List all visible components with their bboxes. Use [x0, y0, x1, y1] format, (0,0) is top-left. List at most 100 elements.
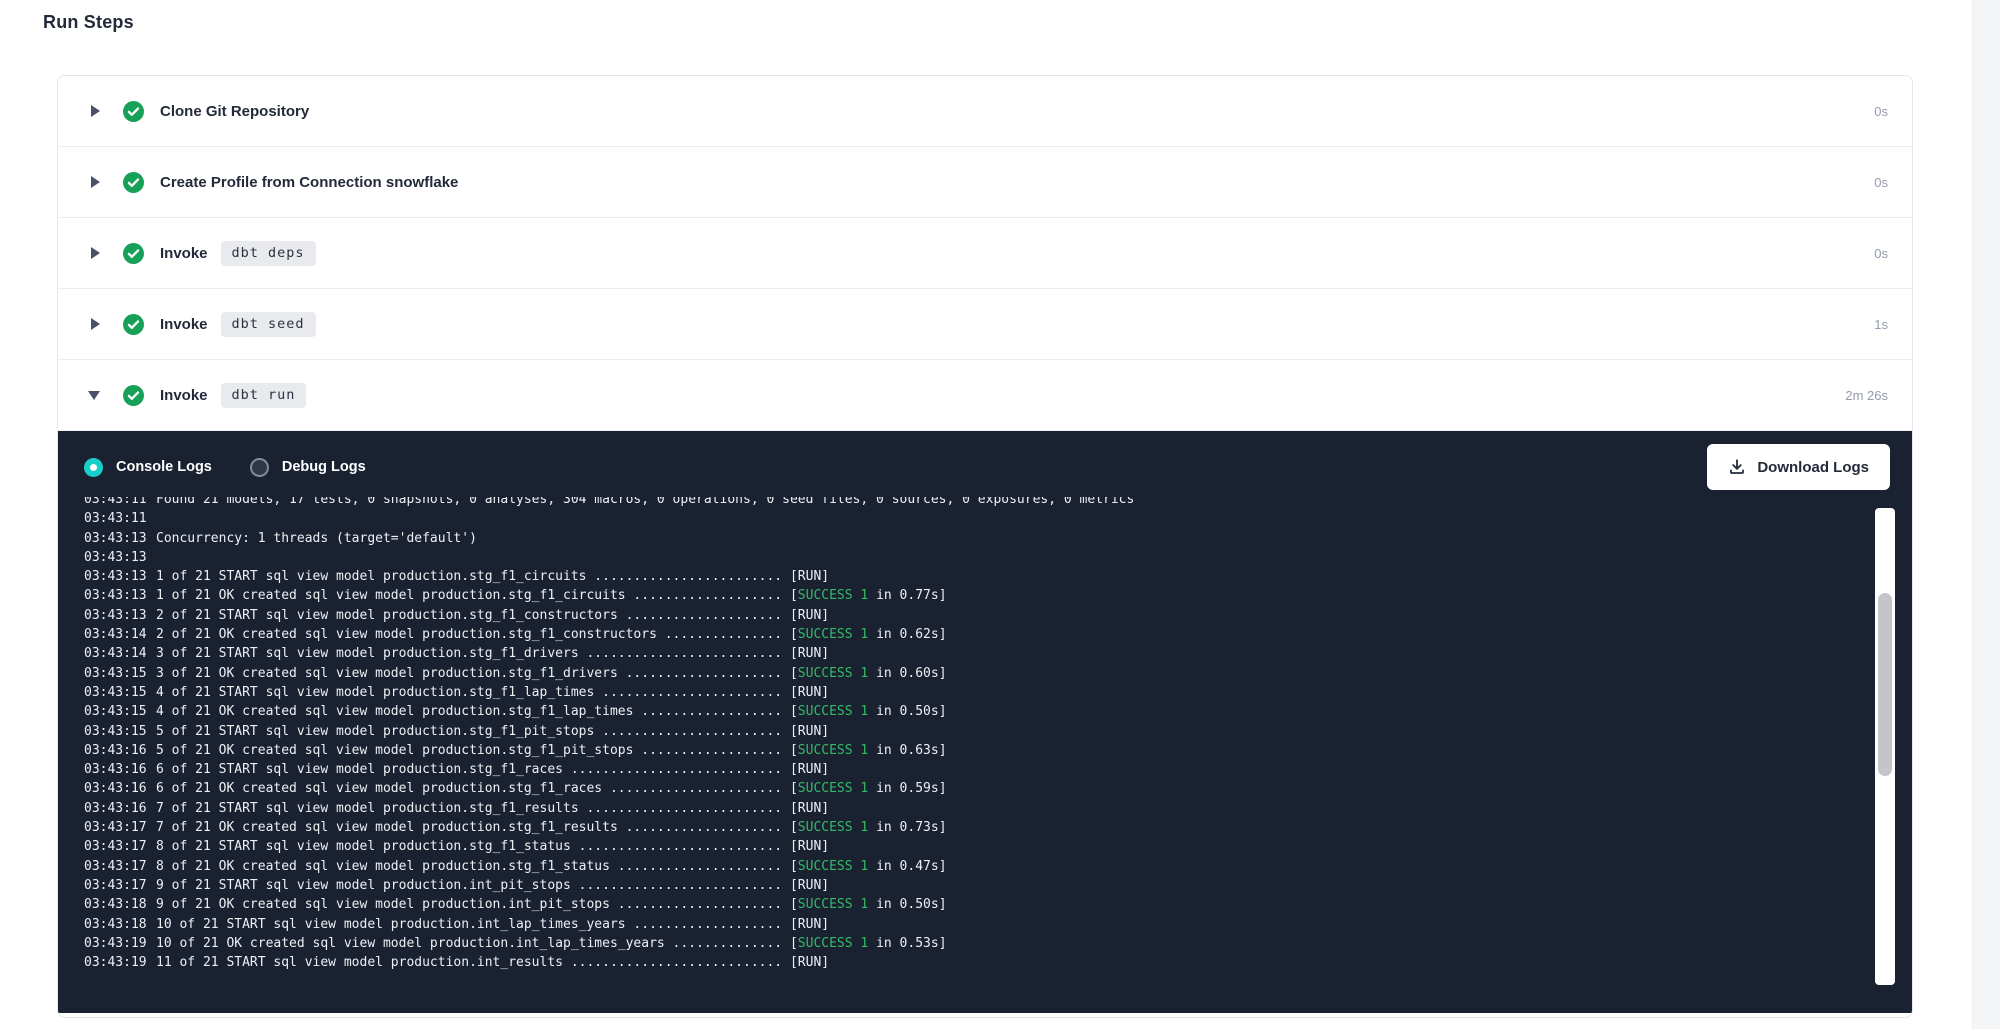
log-line: 03:43:154 of 21 START sql view model pro…	[84, 683, 1912, 702]
check-circle-icon	[123, 314, 144, 335]
download-logs-button[interactable]: Download Logs	[1707, 444, 1890, 490]
run-steps-list: Clone Git Repository0sCreate Profile fro…	[58, 76, 1912, 431]
log-status-run: [RUN]	[782, 569, 829, 584]
log-message: 7 of 21 OK created sql view model produc…	[156, 820, 782, 835]
log-message: 2 of 21 START sql view model production.…	[156, 608, 782, 623]
log-timestamp: 03:43:19	[84, 934, 156, 953]
step-row-dbt-run[interactable]: Invokedbt run2m 26s	[58, 360, 1912, 431]
log-message: Found 21 models, 17 tests, 0 snapshots, …	[156, 497, 1134, 507]
log-timestamp: 03:43:17	[84, 818, 156, 837]
log-line: 03:43:13Concurrency: 1 threads (target='…	[84, 529, 1912, 548]
log-message: 4 of 21 START sql view model production.…	[156, 685, 782, 700]
log-status-run: [RUN]	[782, 724, 829, 739]
caret-down-icon	[88, 391, 100, 400]
step-label: Clone Git Repository	[160, 103, 309, 120]
radio-debug-logs[interactable]: Debug Logs	[250, 458, 366, 477]
log-message: 3 of 21 START sql view model production.…	[156, 646, 782, 661]
log-line: 03:43:177 of 21 OK created sql view mode…	[84, 818, 1912, 837]
log-message: 10 of 21 OK created sql view model produ…	[156, 936, 782, 951]
log-timestamp: 03:43:16	[84, 760, 156, 779]
log-timestamp: 03:43:17	[84, 837, 156, 856]
log-status-success: [SUCCESS 1 in 0.62s]	[782, 627, 946, 642]
step-row-clone-git-repository[interactable]: Clone Git Repository 0s	[58, 76, 1912, 147]
log-message: 8 of 21 START sql view model production.…	[156, 839, 782, 854]
step-command-badge: dbt seed	[221, 312, 316, 337]
log-timestamp: 03:43:17	[84, 876, 156, 895]
log-message: 6 of 21 OK created sql view model produc…	[156, 781, 782, 796]
step-row-dbt-seed[interactable]: Invoke dbt seed 1s	[58, 289, 1912, 360]
log-status-success: [SUCCESS 1 in 0.50s]	[782, 704, 946, 719]
step-duration: 0s	[1874, 175, 1888, 190]
log-line: 03:43:142 of 21 OK created sql view mode…	[84, 625, 1912, 644]
log-timestamp: 03:43:13	[84, 567, 156, 586]
log-timestamp: 03:43:15	[84, 702, 156, 721]
log-status-success: [SUCCESS 1 in 0.63s]	[782, 743, 946, 758]
check-circle-icon	[123, 101, 144, 122]
log-line: 03:43:131 of 21 OK created sql view mode…	[84, 586, 1912, 605]
log-status-run: [RUN]	[782, 801, 829, 816]
console-scrollbar-track[interactable]	[1875, 508, 1895, 985]
step-command-badge: dbt deps	[221, 241, 316, 266]
log-timestamp: 03:43:18	[84, 895, 156, 914]
log-status-success: [SUCCESS 1 in 0.47s]	[782, 859, 946, 874]
log-timestamp: 03:43:11	[84, 497, 156, 509]
log-line: 03:43:166 of 21 OK created sql view mode…	[84, 779, 1912, 798]
log-line: 03:43:167 of 21 START sql view model pro…	[84, 799, 1912, 818]
log-message: 11 of 21 START sql view model production…	[156, 955, 782, 970]
log-status-run: [RUN]	[782, 685, 829, 700]
log-line: 03:43:1910 of 21 OK created sql view mod…	[84, 934, 1912, 953]
log-message: 9 of 21 OK created sql view model produc…	[156, 897, 782, 912]
radio-unselected-icon	[250, 458, 269, 477]
console-scrollbar-thumb[interactable]	[1878, 593, 1892, 776]
log-message: 5 of 21 OK created sql view model produc…	[156, 743, 782, 758]
page-title: Run Steps	[43, 12, 134, 33]
log-timestamp: 03:43:15	[84, 722, 156, 741]
caret-right-icon	[91, 247, 100, 259]
step-row-create-profile-from-connection-snowflake[interactable]: Create Profile from Connection snowflake…	[58, 147, 1912, 218]
step-row-dbt-deps[interactable]: Invoke dbt deps 0s	[58, 218, 1912, 289]
log-line: 03:43:165 of 21 OK created sql view mode…	[84, 741, 1912, 760]
log-message: 3 of 21 OK created sql view model produc…	[156, 666, 782, 681]
log-status-success: [SUCCESS 1 in 0.53s]	[782, 936, 946, 951]
log-status-success: [SUCCESS 1 in 0.60s]	[782, 666, 946, 681]
log-message: 1 of 21 START sql view model production.…	[156, 569, 782, 584]
log-line: 03:43:178 of 21 START sql view model pro…	[84, 837, 1912, 856]
log-status-run: [RUN]	[782, 878, 829, 893]
download-icon	[1728, 458, 1746, 476]
log-status-success: [SUCCESS 1 in 0.59s]	[782, 781, 946, 796]
log-line: 03:43:153 of 21 OK created sql view mode…	[84, 664, 1912, 683]
log-message: 5 of 21 START sql view model production.…	[156, 724, 782, 739]
log-message: 1 of 21 OK created sql view model produc…	[156, 588, 782, 603]
log-status-run: [RUN]	[782, 839, 829, 854]
log-mode-label: Console Logs	[116, 459, 212, 475]
step-label: Create Profile from Connection snowflake	[160, 174, 458, 191]
log-line: 03:43:155 of 21 START sql view model pro…	[84, 722, 1912, 741]
check-circle-icon	[123, 243, 144, 264]
log-line: 03:43:189 of 21 OK created sql view mode…	[84, 895, 1912, 914]
log-message: 9 of 21 START sql view model production.…	[156, 878, 782, 893]
run-steps-card: Clone Git Repository0sCreate Profile fro…	[57, 75, 1913, 1018]
radio-console-logs[interactable]: Console Logs	[84, 458, 212, 477]
log-line: 03:43:166 of 21 START sql view model pro…	[84, 760, 1912, 779]
step-duration: 1s	[1874, 317, 1888, 332]
step-duration: 0s	[1874, 104, 1888, 119]
step-label: Invoke	[160, 316, 208, 333]
step-label: Invoke	[160, 245, 208, 262]
log-message: 7 of 21 START sql view model production.…	[156, 801, 782, 816]
log-timestamp: 03:43:16	[84, 799, 156, 818]
check-circle-icon	[123, 172, 144, 193]
log-timestamp: 03:43:16	[84, 779, 156, 798]
console-log-viewport[interactable]: 03:43:11Found 21 models, 17 tests, 0 sna…	[58, 497, 1912, 989]
log-timestamp: 03:43:16	[84, 741, 156, 760]
log-timestamp: 03:43:15	[84, 664, 156, 683]
console-panel: Console Logs Debug Logs Download Logs 03:…	[58, 431, 1912, 1013]
caret-right-icon	[91, 318, 100, 330]
log-timestamp: 03:43:18	[84, 915, 156, 934]
step-duration: 0s	[1874, 246, 1888, 261]
log-timestamp: 03:43:17	[84, 857, 156, 876]
log-line: 03:43:11Found 21 models, 17 tests, 0 sna…	[84, 497, 1912, 509]
log-status-run: [RUN]	[782, 646, 829, 661]
log-line: 03:43:179 of 21 START sql view model pro…	[84, 876, 1912, 895]
step-duration: 2m 26s	[1845, 388, 1888, 403]
log-timestamp: 03:43:13	[84, 606, 156, 625]
